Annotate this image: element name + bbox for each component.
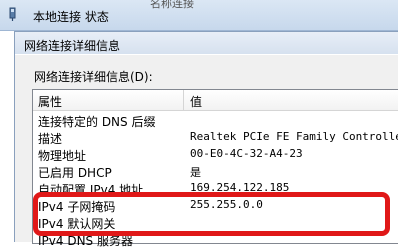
red-highlight-annotation [33,192,390,236]
row-property: 连接特定的 DNS 后缀 [38,115,156,129]
background-window-text: 名称连接 [150,0,194,10]
table-row[interactable]: 已启用 DHCP 是 [33,163,398,180]
column-header-value[interactable]: 值 [190,93,202,110]
column-divider[interactable] [183,90,184,110]
column-header-property[interactable]: 属性 [38,93,62,110]
listview-header: 属性 值 [33,90,398,111]
row-property: 描述 [38,132,63,146]
table-row[interactable]: 物理地址 00-E0-4C-32-A4-23 [33,146,398,163]
table-row[interactable]: 连接特定的 DNS 后缀 [33,112,398,129]
row-property: 物理地址 [38,149,87,163]
window-titlebar[interactable]: 名称连接 本地连接 状态 [0,0,398,31]
window-title: 本地连接 状态 [33,10,109,24]
details-section-label: 网络连接详细信息(D): [34,70,153,84]
row-property: 已启用 DHCP [38,166,112,180]
row-value: 是 [190,166,201,179]
dialog-title: 网络连接详细信息 [24,39,121,53]
table-row[interactable]: 描述 Realtek PCIe FE Family Controller [33,129,398,146]
row-value: Realtek PCIe FE Family Controller [190,130,398,143]
network-connection-icon [9,7,16,21]
dialog-titlebar[interactable]: 网络连接详细信息 [15,32,398,54]
row-value: 00-E0-4C-32-A4-23 [190,147,303,160]
